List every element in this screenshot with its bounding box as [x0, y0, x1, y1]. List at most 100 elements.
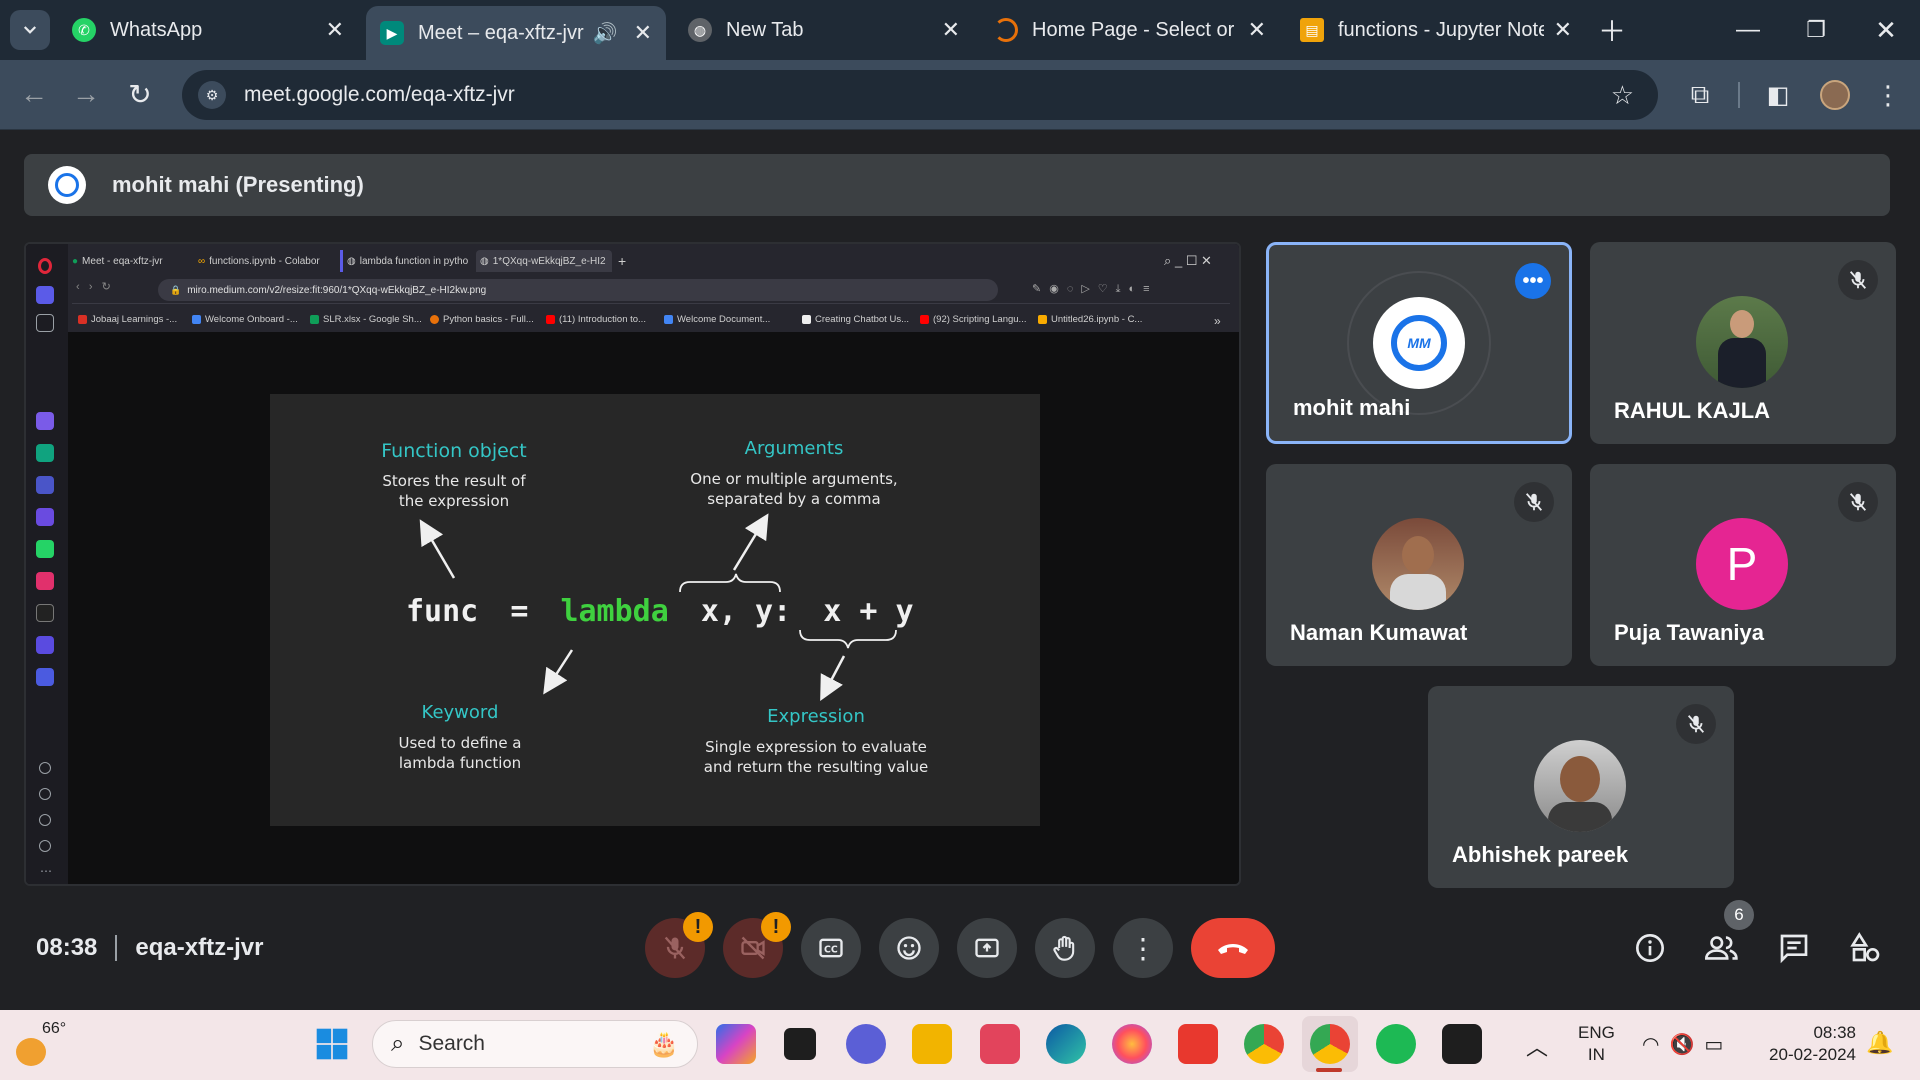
- close-tab-icon[interactable]: ✕: [1554, 17, 1572, 43]
- spotify-taskbar-icon[interactable]: [1376, 1024, 1416, 1064]
- captions-button[interactable]: CC: [801, 918, 861, 978]
- start-button[interactable]: [312, 1024, 352, 1064]
- windows-taskbar: [0, 1010, 1920, 1080]
- more-vertical-icon: ⋮: [1129, 932, 1157, 964]
- notebook-icon: ▤: [1300, 18, 1324, 42]
- browser-menu-button[interactable]: ⋮: [1868, 75, 1908, 115]
- taskbar-search-box[interactable]: ⌕ Search 🎂: [372, 1020, 698, 1068]
- meeting-details-button[interactable]: [1630, 928, 1670, 968]
- emoji-icon: [897, 936, 921, 960]
- participant-tile-puja-tawaniya[interactable]: P Puja Tawaniya: [1590, 464, 1896, 666]
- puzzle-piece-icon: ⧉: [1690, 79, 1710, 109]
- restore-window-button[interactable]: ❐: [1796, 10, 1836, 50]
- participant-name: Abhishek pareek: [1452, 842, 1629, 867]
- raise-hand-button[interactable]: [1035, 918, 1095, 978]
- reload-button[interactable]: ↻: [120, 74, 160, 114]
- address-bar[interactable]: ⚙ meet.google.com/eqa-xftz-jvr ☆: [182, 70, 1658, 120]
- reload-icon: ↻: [128, 78, 152, 110]
- terminal-taskbar-icon[interactable]: [1442, 1024, 1482, 1064]
- close-tab-icon[interactable]: ✕: [942, 17, 960, 43]
- presenter-avatar: [48, 166, 86, 204]
- firefox-taskbar-icon[interactable]: [1112, 1024, 1152, 1064]
- pdf-reader-taskbar-icon[interactable]: [980, 1024, 1020, 1064]
- shared-bookmark: Creating Chatbot Us...: [802, 314, 909, 325]
- tab-label: functions - Jupyter Noteb: [1338, 18, 1544, 41]
- file-explorer-taskbar-icon[interactable]: [912, 1024, 952, 1064]
- forward-button[interactable]: →: [66, 74, 106, 114]
- more-options-icon[interactable]: •••: [1515, 263, 1551, 299]
- extensions-button[interactable]: ⧉: [1680, 75, 1720, 115]
- show-hidden-icons-chevron-up-icon[interactable]: ︿: [1526, 1030, 1548, 1062]
- raise-hand-icon: [1053, 935, 1075, 961]
- globe-icon: ◍: [688, 18, 712, 42]
- microphone-toggle-button[interactable]: !: [645, 912, 713, 978]
- leave-call-button[interactable]: [1191, 918, 1275, 978]
- close-tab-icon[interactable]: ✕: [1248, 17, 1266, 43]
- browser-tab-new-tab[interactable]: ◍ New Tab ✕: [674, 8, 974, 52]
- system-tray-icons[interactable]: ◠🔇▭: [1642, 1032, 1733, 1057]
- camera-toggle-button[interactable]: !: [723, 912, 791, 978]
- participant-tile-rahul-kajla[interactable]: RAHUL KAJLA: [1590, 242, 1896, 444]
- keyword-desc-1: Used to define a: [398, 734, 522, 752]
- participant-tile-abhishek-pareek[interactable]: Abhishek pareek: [1428, 686, 1734, 888]
- mm-logo-icon: MM: [1391, 315, 1447, 371]
- wps-office-taskbar-icon[interactable]: [1178, 1024, 1218, 1064]
- task-view-taskbar-icon[interactable]: [784, 1028, 816, 1060]
- back-button[interactable]: ←: [14, 74, 54, 114]
- reactions-button[interactable]: [879, 918, 939, 978]
- speaker-audio-icon[interactable]: 🔊: [593, 21, 618, 46]
- present-screen-button[interactable]: [957, 918, 1017, 978]
- system-clock[interactable]: 08:38 20-02-2024: [1752, 1022, 1856, 1066]
- chrome-profile-taskbar-icon[interactable]: [1310, 1024, 1350, 1064]
- language-indicator[interactable]: ENG IN: [1578, 1022, 1615, 1066]
- edge-taskbar-icon[interactable]: [1046, 1024, 1086, 1064]
- mic-off-icon: [1838, 260, 1878, 300]
- aria-icon: [36, 412, 54, 430]
- participant-name: RAHUL KAJLA: [1614, 398, 1771, 423]
- arrow-to-keyword: [543, 649, 574, 695]
- mic-off-icon: [1838, 482, 1878, 522]
- weather-widget[interactable]: 66°: [12, 1020, 72, 1070]
- tab-label: Meet – eqa-xftz-jvr: [418, 21, 584, 44]
- mic-off-icon: [1514, 482, 1554, 522]
- site-settings-icon[interactable]: ⚙: [198, 81, 226, 109]
- people-button[interactable]: [1702, 928, 1742, 968]
- shared-browser-chrome: ● Meet - eqa-xftz-jvr ∞ functions.ipynb - …: [68, 244, 1239, 332]
- instagram-icon: [36, 572, 54, 590]
- shared-tab: ◍ lambda function in pytho: [340, 250, 470, 272]
- meeting-code: eqa-xftz-jvr: [135, 934, 264, 961]
- new-tab-button[interactable]: ＋: [1592, 10, 1632, 50]
- notification-bell-icon[interactable]: 🔔: [1866, 1030, 1893, 1056]
- windows-logo-icon: [316, 1028, 348, 1060]
- browser-tab-whatsapp[interactable]: ✆ WhatsApp ✕: [58, 8, 358, 52]
- minimize-window-button[interactable]: —: [1728, 10, 1768, 50]
- avatar: [1696, 296, 1788, 388]
- more-options-button[interactable]: ⋮: [1113, 918, 1173, 978]
- activities-button[interactable]: [1846, 928, 1886, 968]
- mic-warning-badge: !: [683, 912, 713, 942]
- teams-meet-taskbar-icon[interactable]: [846, 1024, 886, 1064]
- chrome-taskbar-icon[interactable]: [1244, 1024, 1284, 1064]
- tab-search-button[interactable]: [10, 10, 50, 50]
- side-panel-button[interactable]: ◧: [1758, 75, 1798, 115]
- browser-tab-home-page[interactable]: Home Page - Select or cr ✕: [980, 8, 1280, 52]
- more-icon: ⋯: [40, 864, 52, 878]
- shared-bookmark: Welcome Document...: [664, 314, 770, 325]
- browser-tab-jupyter[interactable]: ▤ functions - Jupyter Noteb ✕: [1286, 8, 1586, 52]
- presenter-banner: mohit mahi (Presenting): [24, 154, 1890, 216]
- close-tab-icon[interactable]: ✕: [634, 20, 652, 46]
- participant-tile-mohit-mahi[interactable]: MM ••• mohit mahi: [1266, 242, 1572, 444]
- profile-avatar[interactable]: [1820, 80, 1850, 110]
- copilot-taskbar-icon[interactable]: [716, 1024, 756, 1064]
- browser-tab-meet[interactable]: ▶ Meet – eqa-xftz-jvr 🔊 ✕: [366, 6, 666, 60]
- bookmark-star-icon[interactable]: ☆: [1611, 80, 1634, 111]
- mic-off-icon: [664, 936, 686, 960]
- speaker-muted-icon: 🔇: [1669, 1034, 1705, 1056]
- participant-tile-naman-kumawat[interactable]: Naman Kumawat: [1266, 464, 1572, 666]
- close-tab-icon[interactable]: ✕: [326, 17, 344, 43]
- url-text[interactable]: meet.google.com/eqa-xftz-jvr: [244, 83, 515, 107]
- chat-button[interactable]: [1774, 928, 1814, 968]
- shared-toolbar: ‹ › ↻ 🔒 miro.medium.com/v2/resize:fit:960…: [72, 278, 1230, 304]
- close-window-button[interactable]: ✕: [1866, 10, 1906, 50]
- keyword-title: Keyword: [421, 702, 499, 723]
